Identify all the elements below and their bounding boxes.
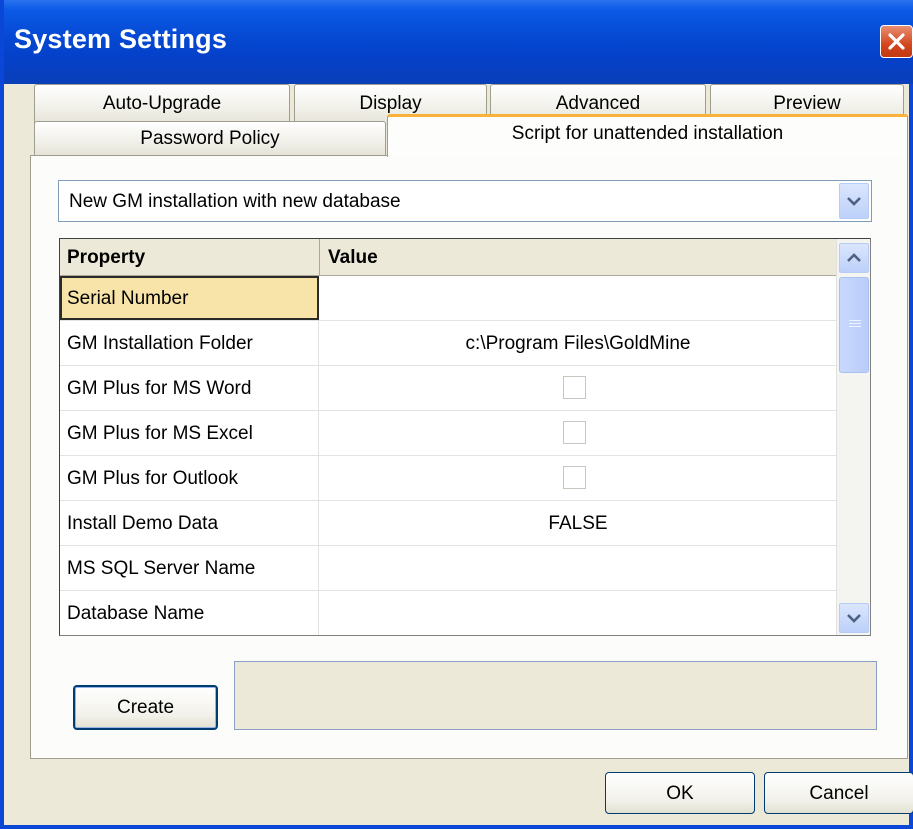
property-cell[interactable]: GM Installation Folder	[60, 321, 319, 365]
cancel-button[interactable]: Cancel	[764, 772, 913, 814]
tab-script-unattended-installation[interactable]: Script for unattended installation	[387, 114, 908, 157]
scrollbar-thumb[interactable]	[839, 277, 869, 373]
value-cell	[320, 366, 836, 410]
grip-line	[849, 323, 861, 324]
value-cell[interactable]	[320, 546, 836, 590]
ok-button[interactable]: OK	[605, 772, 755, 814]
grip-line	[849, 320, 861, 321]
value-cell[interactable]: FALSE	[320, 501, 836, 545]
value-cell[interactable]: c:\Program Files\GoldMine	[320, 321, 836, 365]
tab-label: Advanced	[555, 93, 641, 114]
property-cell[interactable]: GM Plus for Outlook	[60, 456, 319, 500]
grid-header: Property Value	[60, 239, 836, 276]
value-cell	[320, 456, 836, 500]
scroll-up-button[interactable]	[839, 243, 869, 273]
chevron-up-icon	[847, 253, 861, 262]
property-cell[interactable]: GM Plus for MS Word	[60, 366, 319, 410]
close-button[interactable]	[880, 25, 913, 58]
system-settings-dialog: System Settings Auto-Upgrade Display Adv…	[0, 0, 913, 829]
tab-label: Auto-Upgrade	[102, 93, 222, 114]
window-title: System Settings	[14, 24, 228, 54]
script-type-dropdown[interactable]: New GM installation with new database	[58, 180, 872, 222]
tab-label: Script for unattended installation	[511, 123, 784, 144]
chevron-down-icon	[847, 197, 861, 206]
tab-label: Password Policy	[140, 128, 280, 149]
grid-row-gm-plus-ms-excel[interactable]: GM Plus for MS Excel	[60, 411, 836, 456]
property-cell[interactable]: Serial Number	[60, 276, 319, 320]
vertical-scrollbar[interactable]	[836, 239, 870, 635]
grid-row-database-name[interactable]: Database Name	[60, 591, 836, 635]
script-output-box	[234, 661, 877, 730]
grid-row-gm-installation-folder[interactable]: GM Installation Folder c:\Program Files\…	[60, 321, 836, 366]
property-cell[interactable]: Install Demo Data	[60, 501, 319, 545]
create-button[interactable]: Create	[73, 685, 218, 730]
tab-auto-upgrade[interactable]: Auto-Upgrade	[34, 84, 290, 126]
checkbox[interactable]	[563, 466, 586, 489]
checkbox[interactable]	[563, 421, 586, 444]
property-cell[interactable]: MS SQL Server Name	[60, 546, 319, 590]
property-grid: Property Value Serial Number GM Installa…	[59, 238, 871, 636]
grid-row-serial-number[interactable]: Serial Number	[60, 276, 836, 321]
checkbox[interactable]	[563, 376, 586, 399]
grid-row-gm-plus-ms-word[interactable]: GM Plus for MS Word	[60, 366, 836, 411]
script-type-selected: New GM installation with new database	[69, 191, 401, 212]
chevron-down-icon	[847, 614, 861, 623]
tab-password-policy[interactable]: Password Policy	[34, 121, 386, 157]
grid-row-gm-plus-outlook[interactable]: GM Plus for Outlook	[60, 456, 836, 501]
dropdown-button[interactable]	[839, 183, 869, 219]
property-cell[interactable]: GM Plus for MS Excel	[60, 411, 319, 455]
tab-label: Display	[359, 93, 422, 114]
grid-row-install-demo-data[interactable]: Install Demo Data FALSE	[60, 501, 836, 546]
grip-line	[849, 326, 861, 327]
column-header-value[interactable]: Value	[321, 239, 836, 275]
column-header-property[interactable]: Property	[60, 239, 320, 275]
value-cell[interactable]	[320, 276, 836, 320]
property-cell[interactable]: Database Name	[60, 591, 319, 635]
grid-row-ms-sql-server-name[interactable]: MS SQL Server Name	[60, 546, 836, 591]
value-cell	[320, 411, 836, 455]
scroll-down-button[interactable]	[839, 603, 869, 633]
close-icon	[888, 33, 905, 50]
title-bar[interactable]: System Settings	[4, 0, 913, 84]
tab-label: Preview	[773, 93, 841, 114]
value-cell[interactable]	[320, 591, 836, 635]
